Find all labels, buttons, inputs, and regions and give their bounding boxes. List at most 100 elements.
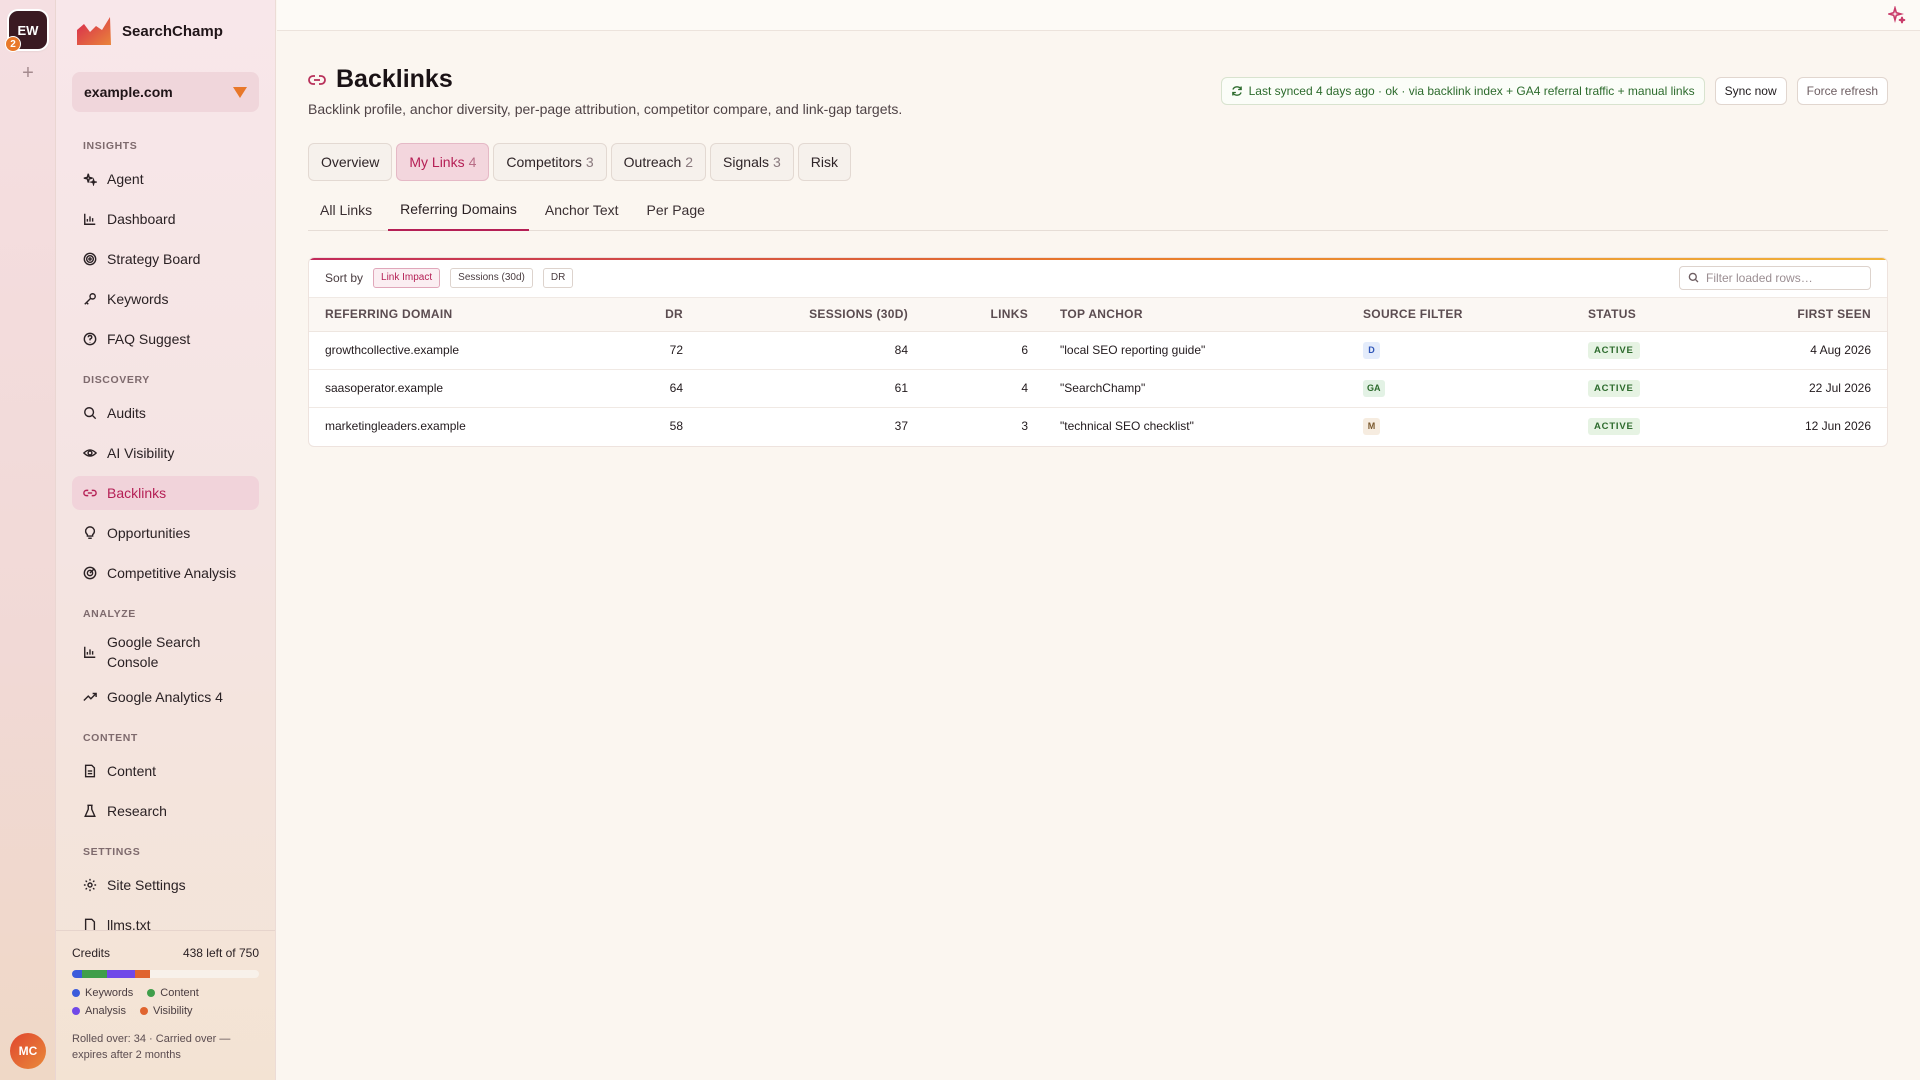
- table-header-row: REFERRING DOMAIN DR SESSIONS (30D) LINKS…: [309, 298, 1887, 332]
- cell-first-seen: 22 Jul 2026: [1712, 369, 1887, 408]
- gsc-label-line2: Console: [107, 654, 159, 670]
- sidebar-item-ai-visibility[interactable]: AI Visibility: [72, 436, 259, 470]
- cell-links: 6: [924, 331, 1044, 370]
- column-header-status[interactable]: STATUS: [1572, 298, 1712, 332]
- filter-rows-input[interactable]: Filter loaded rows…: [1679, 265, 1871, 290]
- column-header-links[interactable]: LINKS: [924, 298, 1044, 332]
- sparkles-icon[interactable]: [1888, 6, 1906, 24]
- subtab-anchor-text[interactable]: Anchor Text: [533, 189, 631, 231]
- sidebar-item-competitive-analysis[interactable]: Competitive Analysis: [72, 556, 259, 590]
- tab-my-links[interactable]: My Links 4: [396, 143, 490, 181]
- sync-status-text: Last synced 4 days ago · ok · via backli…: [1248, 84, 1695, 98]
- column-header-first-seen[interactable]: FIRST SEEN: [1712, 298, 1887, 332]
- legend-item-content: Content: [147, 987, 199, 999]
- credits-usage-bar: [72, 970, 259, 978]
- sidebar-item-site-settings[interactable]: Site Settings: [72, 868, 259, 902]
- site-selector-value: example.com: [84, 84, 173, 100]
- credit-segment-content: [82, 970, 107, 978]
- column-header-sessions[interactable]: SESSIONS (30D): [699, 298, 924, 332]
- subtab-referring-domains[interactable]: Referring Domains: [388, 189, 529, 231]
- column-header-source-filter[interactable]: SOURCE FILTER: [1347, 298, 1572, 332]
- tab-signals[interactable]: Signals 3: [710, 143, 794, 181]
- sidebar-item-label: Google Search Console: [107, 632, 200, 672]
- cell-links: 3: [1021, 419, 1028, 434]
- tab-label: Overview: [321, 154, 380, 170]
- sidebar-item-label: Competitive Analysis: [107, 565, 237, 581]
- tab-count: 2: [685, 154, 694, 170]
- subtab-per-page[interactable]: Per Page: [635, 189, 717, 231]
- sidebar-item-google-analytics-4[interactable]: Google Analytics 4: [72, 680, 259, 714]
- link-icon: [83, 486, 97, 500]
- caret-down-icon: [233, 86, 247, 98]
- sidebar-item-google-search-console[interactable]: Google Search Console: [72, 630, 259, 674]
- nav-section-settings: SETTINGS: [83, 846, 141, 858]
- sidebar-item-research[interactable]: Research: [72, 794, 259, 828]
- sidebar-item-label: Agent: [107, 171, 144, 187]
- legend-label: Visibility: [152, 1005, 193, 1017]
- legend-item-keywords: Keywords: [72, 987, 133, 999]
- tab-competitors[interactable]: Competitors 3: [493, 143, 607, 181]
- subtab-all-links[interactable]: All Links: [308, 189, 384, 231]
- tab-label: Competitors: [506, 154, 582, 170]
- nav-section-discovery: DISCOVERY: [83, 374, 150, 386]
- tab-overview[interactable]: Overview: [308, 143, 393, 181]
- sidebar-item-backlinks[interactable]: Backlinks: [72, 476, 259, 510]
- sort-sessions-button[interactable]: Sessions (30d): [450, 267, 533, 288]
- radar-icon: [83, 566, 97, 580]
- legend-label: Keywords: [85, 987, 134, 999]
- sidebar-item-content[interactable]: Content: [72, 754, 259, 788]
- cell-top-anchor: "local SEO reporting guide": [1044, 331, 1347, 370]
- credits-panel: Credits 438 left of 750 Keywords Content…: [56, 930, 275, 1080]
- sidebar-item-keywords[interactable]: Keywords: [72, 282, 259, 316]
- sidebar-item-dashboard[interactable]: Dashboard: [72, 202, 259, 236]
- add-workspace-button[interactable]: +: [18, 63, 38, 83]
- sidebar: SearchChamp example.com INSIGHTS Agent D…: [56, 0, 276, 1080]
- page-subtitle: Backlink profile, anchor diversity, per-…: [308, 101, 903, 117]
- status-badge: ACTIVE: [1588, 417, 1640, 435]
- page-title: Backlinks: [336, 65, 453, 93]
- sync-status: Last synced 4 days ago · ok · via backli…: [1220, 77, 1705, 105]
- filter-placeholder: Filter loaded rows…: [1706, 270, 1813, 285]
- sidebar-item-strategy-board[interactable]: Strategy Board: [72, 242, 259, 276]
- tab-outreach[interactable]: Outreach 2: [610, 143, 707, 181]
- column-header-domain[interactable]: REFERRING DOMAIN: [309, 298, 639, 332]
- cell-domain: growthcollective.example: [309, 331, 639, 370]
- sidebar-item-label: Backlinks: [107, 485, 167, 501]
- brand[interactable]: SearchChamp: [76, 16, 223, 46]
- sidebar-item-agent[interactable]: Agent: [72, 162, 259, 196]
- sidebar-item-faq-suggest[interactable]: FAQ Suggest: [72, 322, 259, 356]
- sidebar-item-label: AI Visibility: [107, 445, 175, 461]
- subtabs: All Links Referring Domains Anchor Text …: [308, 189, 1888, 231]
- table-row[interactable]: saasoperator.example 64 61 4 "SearchCham…: [309, 369, 1887, 408]
- sort-link-impact-button[interactable]: Link Impact: [373, 267, 441, 288]
- table-toolbar: Sort by Link Impact Sessions (30d) DR Fi…: [309, 258, 1887, 298]
- site-selector[interactable]: example.com: [72, 72, 259, 112]
- table-row[interactable]: growthcollective.example 72 84 6 "local …: [309, 331, 1887, 370]
- help-circle-icon: [83, 332, 97, 346]
- user-avatar[interactable]: MC: [10, 1033, 46, 1069]
- flask-icon: [83, 804, 97, 818]
- file-text-icon: [83, 764, 97, 778]
- page-header: Backlinks: [308, 65, 453, 94]
- legend-label: Analysis: [85, 1005, 126, 1017]
- sidebar-item-opportunities[interactable]: Opportunities: [72, 516, 259, 550]
- cell-status: ACTIVE: [1572, 407, 1712, 445]
- column-header-top-anchor[interactable]: TOP ANCHOR: [1044, 298, 1347, 332]
- tab-risk[interactable]: Risk: [797, 143, 851, 181]
- notification-badge: 2: [5, 36, 21, 52]
- force-refresh-button[interactable]: Force refresh: [1796, 77, 1888, 105]
- sidebar-item-audits[interactable]: Audits: [72, 396, 259, 430]
- tab-label: Risk: [810, 154, 838, 170]
- gear-icon: [83, 878, 97, 892]
- refresh-icon: [1231, 86, 1242, 96]
- sort-dr-button[interactable]: DR: [542, 267, 574, 288]
- tab-count: 4: [468, 154, 477, 170]
- target-icon: [83, 252, 97, 266]
- sidebar-item-label: FAQ Suggest: [107, 331, 191, 347]
- sync-now-button[interactable]: Sync now: [1714, 77, 1787, 105]
- credits-remaining: 438 left of 750: [182, 946, 259, 960]
- nav-section-analyze: ANALYZE: [83, 608, 136, 620]
- table-row[interactable]: marketingleaders.example 58 37 3 "techni…: [309, 407, 1887, 445]
- column-header-dr[interactable]: DR: [639, 298, 699, 332]
- cell-domain: saasoperator.example: [309, 369, 639, 408]
